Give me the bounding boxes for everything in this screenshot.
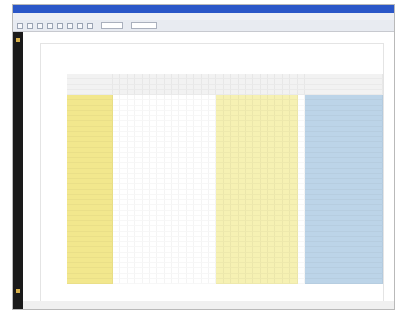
table-cell [149,278,158,284]
table-cell [253,278,261,284]
document-canvas [23,32,394,309]
bookmark-icon[interactable] [16,289,20,293]
table-cell [268,278,276,284]
pages-icon[interactable] [16,38,20,42]
table-cell [260,278,269,284]
table-cell [209,278,217,284]
table-cell [157,278,165,284]
table-cell [194,278,202,284]
toolbar-button[interactable] [37,22,43,29]
table-cell [127,278,136,284]
table-cell [135,278,143,284]
window-titlebar[interactable] [13,5,394,13]
table-cell [290,278,298,284]
table-cell [179,278,187,284]
toolbar-button[interactable] [67,22,73,29]
table-cell [164,278,173,284]
document-page [41,44,383,306]
table-cell [238,278,246,284]
table-cell [223,278,232,284]
table-cell [142,278,150,284]
document-viewer-window [12,4,395,310]
table-cell [297,278,305,284]
navigation-panel [13,32,23,309]
table-cell [113,278,121,284]
table-cell [186,278,195,284]
toolbar-button[interactable] [17,22,23,29]
toolbar-button[interactable] [57,22,63,29]
table-cell [201,278,209,284]
table-cell [231,278,239,284]
toolbar-button[interactable] [87,22,93,29]
table-cell [282,278,291,284]
toolbar [13,20,394,32]
horizontal-scrollbar[interactable] [23,301,394,309]
table-cell [275,278,283,284]
toolbar-button[interactable] [77,22,83,29]
table-cell [120,278,128,284]
table-cell [172,278,180,284]
menu-bar [13,13,394,20]
table-cell [216,278,224,284]
table-cell [245,278,254,284]
table-cell [305,278,383,284]
toolbar-button[interactable] [27,22,33,29]
data-table [67,74,383,284]
table-cell [67,278,113,284]
zoom-field[interactable] [101,22,123,29]
find-input[interactable] [131,22,157,29]
toolbar-button[interactable] [47,22,53,29]
